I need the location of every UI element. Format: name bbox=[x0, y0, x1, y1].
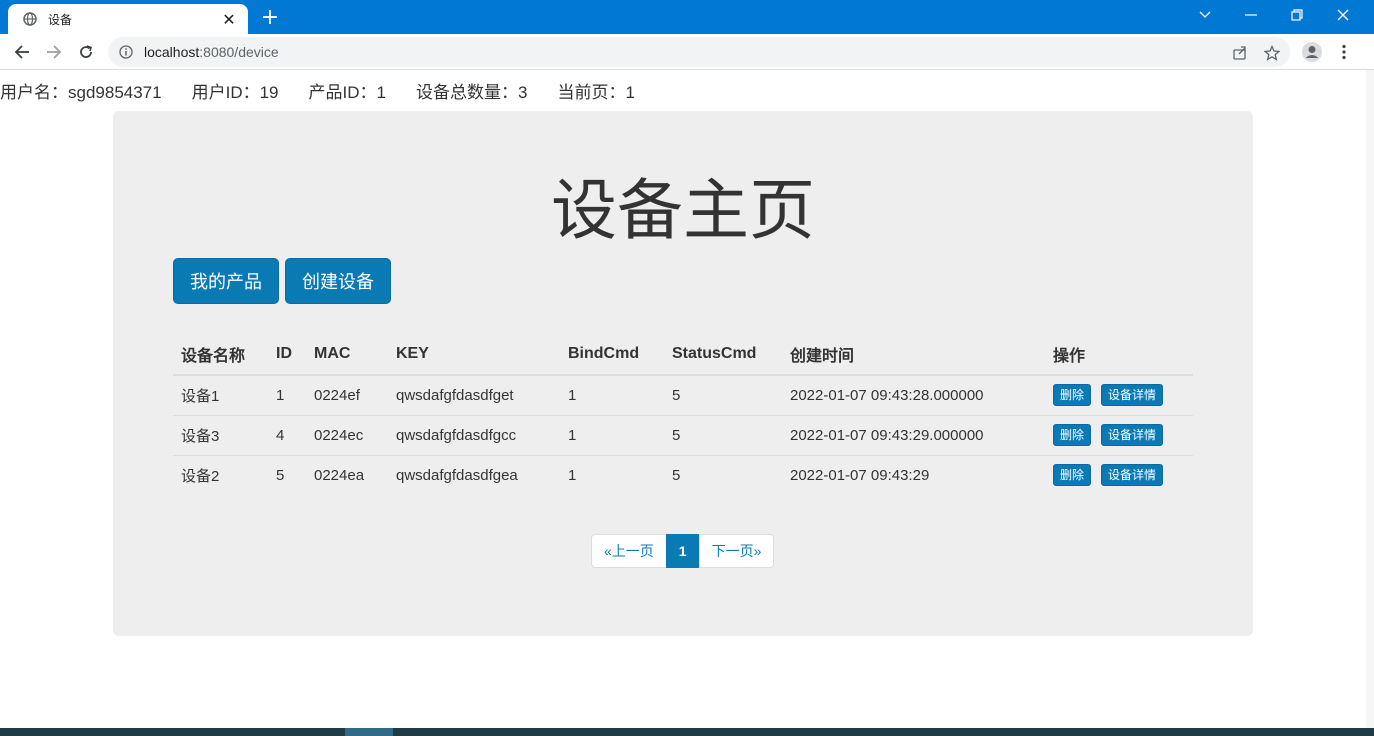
browser-tabbar: 设备 ✕ + bbox=[0, 0, 1374, 34]
page-title: 设备主页 bbox=[551, 173, 815, 247]
col-header-name: 设备名称 bbox=[173, 334, 268, 376]
table-row: 设备3 4 0224ec qwsdafgfdasdfgcc 1 5 2022-0… bbox=[173, 414, 1193, 455]
cell-bindcmd: 1 bbox=[560, 454, 664, 495]
cell-key: qwsdafgfdasdfget bbox=[396, 386, 514, 404]
username-text: 用户名：sgd9854371 bbox=[0, 83, 162, 102]
cell-mac: 0224ef bbox=[314, 386, 360, 404]
bookmark-star-icon[interactable] bbox=[1262, 43, 1282, 63]
close-icon[interactable]: ✕ bbox=[220, 10, 238, 29]
url-host: localhost bbox=[144, 44, 200, 60]
next-page-link[interactable]: 下一页» bbox=[698, 534, 775, 568]
product-id-text: 产品ID：1 bbox=[308, 83, 386, 102]
address-bar[interactable]: localhost:8080/device bbox=[108, 37, 1290, 67]
cell-name: 设备3 bbox=[173, 414, 268, 455]
cell-actions: 删除 设备详情 bbox=[1045, 414, 1193, 455]
device-table: 设备名称 ID MAC KEY BindCmd StatusCmd 创建时间 操… bbox=[173, 334, 1193, 495]
cell-mac: 0224ec bbox=[306, 414, 388, 455]
table-row: 设备1 1 0224ef qwsdafgfdasdfget 1 5 2022-0… bbox=[173, 375, 1193, 415]
restore-icon[interactable] bbox=[1274, 0, 1320, 30]
back-arrow-icon[interactable] bbox=[8, 38, 36, 66]
browser-toolbar: localhost:8080/device bbox=[0, 34, 1374, 70]
table-header-row: 设备名称 ID MAC KEY BindCmd StatusCmd 创建时间 操… bbox=[173, 334, 1193, 376]
cell-bindcmd: 1 bbox=[568, 386, 577, 404]
delete-button[interactable]: 删除 bbox=[1053, 424, 1092, 446]
device-detail-button[interactable]: 设备详情 bbox=[1101, 464, 1164, 487]
tab-search-icon[interactable] bbox=[1182, 0, 1228, 30]
cell-created: 2022-01-07 09:43:29 bbox=[782, 454, 1045, 495]
cell-key: qwsdafgfdasdfgcc bbox=[388, 414, 560, 455]
page-scrollbar[interactable] bbox=[1366, 70, 1374, 728]
new-tab-button[interactable]: + bbox=[258, 6, 282, 30]
cell-bindcmd: 1 bbox=[560, 414, 664, 455]
col-header-created: 创建时间 bbox=[782, 334, 1045, 376]
taskbar-active-app[interactable] bbox=[345, 728, 393, 736]
cell-created: 2022-01-07 09:43:29.000000 bbox=[782, 414, 1045, 455]
delete-button[interactable]: 删除 bbox=[1053, 384, 1092, 407]
cell-actions: 删除 设备详情 bbox=[1045, 454, 1193, 495]
url-path: :8080/device bbox=[199, 44, 279, 60]
current-page-text: 当前页：1 bbox=[557, 83, 635, 102]
window-close-icon[interactable] bbox=[1320, 0, 1366, 30]
info-icon[interactable] bbox=[118, 44, 134, 60]
url-text: localhost:8080/device bbox=[144, 44, 279, 60]
device-detail-button[interactable]: 设备详情 bbox=[1101, 424, 1164, 446]
cell-name: 设备2 bbox=[173, 454, 268, 495]
cell-created: 2022-01-07 09:43:28.000000 bbox=[790, 386, 984, 404]
col-header-id: ID bbox=[268, 334, 306, 376]
create-device-button[interactable]: 创建设备 bbox=[285, 258, 391, 304]
more-menu-icon[interactable] bbox=[1330, 38, 1358, 66]
cell-actions: 删除 设备详情 bbox=[1045, 375, 1193, 415]
delete-button[interactable]: 删除 bbox=[1053, 464, 1092, 487]
cell-key: qwsdafgfdasdfgea bbox=[388, 454, 560, 495]
browser-tab[interactable]: 设备 ✕ bbox=[8, 4, 248, 34]
cell-statuscmd: 5 bbox=[672, 386, 681, 404]
minimize-icon[interactable] bbox=[1228, 0, 1274, 30]
tab-title: 设备 bbox=[48, 12, 73, 27]
my-products-button[interactable]: 我的产品 bbox=[173, 258, 279, 304]
col-header-bindcmd: BindCmd bbox=[560, 334, 664, 376]
page-link-current[interactable]: 1 bbox=[665, 534, 700, 568]
jumbotron: 设备主页 我的产品 创建设备 设备名称 ID MAC KEY BindCmd S… bbox=[113, 111, 1253, 636]
prev-page-link[interactable]: «上一页 bbox=[591, 534, 667, 568]
cell-statuscmd: 5 bbox=[664, 414, 782, 455]
forward-arrow-icon[interactable] bbox=[40, 38, 68, 66]
cell-statuscmd: 5 bbox=[664, 454, 782, 495]
device-total-text: 设备总数量：3 bbox=[415, 83, 528, 102]
cell-name: 设备1 bbox=[181, 387, 220, 405]
col-header-mac: MAC bbox=[306, 334, 388, 376]
pagination: «上一页 1 下一页» bbox=[591, 534, 775, 568]
share-icon[interactable] bbox=[1230, 43, 1250, 63]
user-id-text: 用户ID：19 bbox=[191, 83, 279, 102]
col-header-actions: 操作 bbox=[1045, 334, 1193, 376]
cell-mac: 0224ea bbox=[306, 454, 388, 495]
cell-id: 5 bbox=[268, 454, 306, 495]
table-row: 设备2 5 0224ea qwsdafgfdasdfgea 1 5 2022-0… bbox=[173, 454, 1193, 495]
profile-avatar-icon[interactable] bbox=[1298, 38, 1326, 66]
user-info-line: 用户名：sgd9854371 用户ID：19 产品ID：1 设备总数量：3 当前… bbox=[0, 78, 665, 102]
device-detail-button[interactable]: 设备详情 bbox=[1101, 384, 1164, 407]
col-header-key: KEY bbox=[388, 334, 560, 376]
cell-id: 1 bbox=[276, 386, 285, 404]
os-taskbar bbox=[0, 728, 1374, 736]
col-header-statuscmd: StatusCmd bbox=[664, 334, 782, 376]
reload-icon[interactable] bbox=[72, 38, 100, 66]
globe-icon bbox=[22, 11, 38, 27]
cell-id: 4 bbox=[268, 414, 306, 455]
